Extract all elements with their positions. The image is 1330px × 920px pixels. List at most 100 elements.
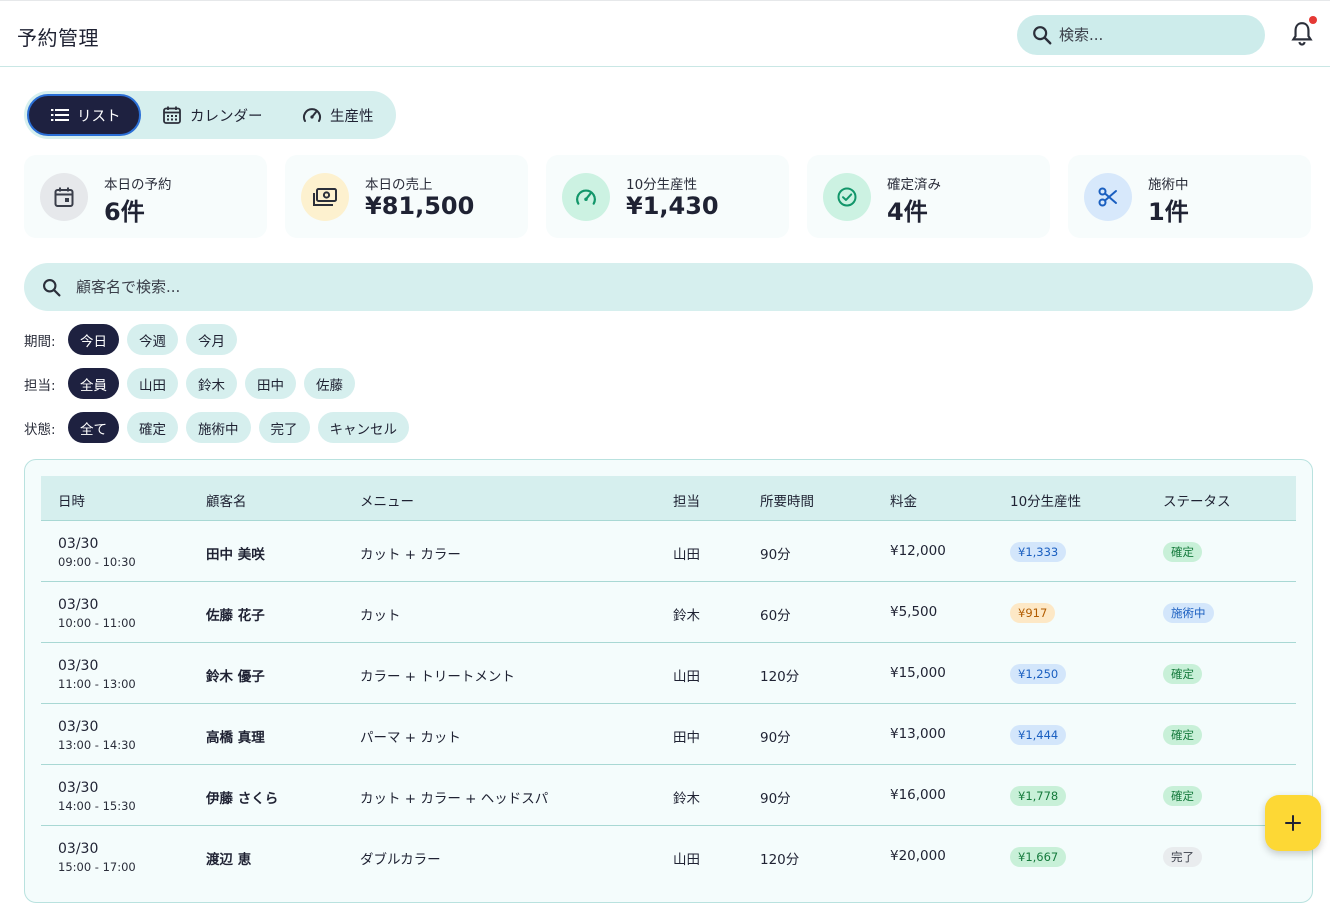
chip-period-month[interactable]: 今月 xyxy=(186,324,237,355)
col-price[interactable]: 料金 xyxy=(890,490,917,510)
tab-list[interactable]: リスト xyxy=(27,94,141,136)
row-duration: 90分 xyxy=(760,730,791,746)
table-row[interactable]: 03/30 13:00 - 14:30 高橋 真理 パーマ + カット 田中 90分 ¥13… xyxy=(41,704,1296,765)
row-date: 03/30 xyxy=(58,597,99,613)
notification-bell-icon[interactable] xyxy=(1289,20,1315,48)
row-price: ¥12,000 xyxy=(890,543,946,559)
col-datetime[interactable]: 日時 xyxy=(58,490,85,510)
search-icon xyxy=(43,279,61,297)
row-staff: 山田 xyxy=(673,852,700,868)
calendar-icon xyxy=(163,106,181,124)
stat-icon-bg xyxy=(301,173,349,221)
view-tabs: リスト カレンダー 生産性 xyxy=(24,91,396,139)
header-search-input[interactable] xyxy=(1059,15,1255,55)
row-staff: 鈴木 xyxy=(673,791,700,807)
row-price: ¥16,000 xyxy=(890,787,946,803)
row-time: 09:00 - 10:30 xyxy=(58,555,136,569)
row-duration: 120分 xyxy=(760,669,800,685)
stat-icon-bg xyxy=(562,173,610,221)
col-productivity[interactable]: 10分生産性 xyxy=(1010,490,1081,510)
chip-status-in-progress[interactable]: 施術中 xyxy=(186,412,251,443)
stat-card-in-progress: 施術中 1件 xyxy=(1068,155,1311,238)
col-menu[interactable]: メニュー xyxy=(360,490,414,510)
tab-productivity[interactable]: 生産性 xyxy=(300,94,392,136)
chip-period-week[interactable]: 今週 xyxy=(127,324,178,355)
row-customer: 高橋 真理 xyxy=(206,730,265,746)
row-time: 15:00 - 17:00 xyxy=(58,860,136,874)
row-menu: パーマ + カット xyxy=(360,730,461,746)
table-row[interactable]: 03/30 10:00 - 11:00 佐藤 花子 カット 鈴木 60分 ¥5,500 ¥91… xyxy=(41,582,1296,643)
col-staff[interactable]: 担当 xyxy=(673,490,700,510)
app-header: 予約管理 xyxy=(0,3,1330,67)
tab-list-label: リスト xyxy=(77,108,121,125)
stat-icon-bg xyxy=(823,173,871,221)
row-duration: 90分 xyxy=(760,547,791,563)
search-icon xyxy=(1033,26,1052,45)
productivity-badge: ¥1,778 xyxy=(1010,786,1067,806)
stat-value: ¥81,500 xyxy=(365,192,475,220)
productivity-badge: ¥1,667 xyxy=(1010,847,1067,867)
status-badge: 施術中 xyxy=(1163,603,1214,623)
chip-staff-sato[interactable]: 佐藤 xyxy=(304,368,355,399)
table-row[interactable]: 03/30 14:00 - 15:30 伊藤 さくら カット + カラー + ヘッドス… xyxy=(41,765,1296,826)
table-header: 日時 顧客名 メニュー 担当 所要時間 料金 10分生産性 ステータス xyxy=(41,476,1296,521)
row-duration: 90分 xyxy=(760,791,791,807)
row-menu: カラー + トリートメント xyxy=(360,669,515,685)
chip-period-today[interactable]: 今日 xyxy=(68,324,119,355)
customer-search[interactable] xyxy=(24,263,1313,311)
table-row[interactable]: 03/30 09:00 - 10:30 田中 美咲 カット + カラー 山田 90分 ¥12… xyxy=(41,521,1296,582)
productivity-badge: ¥1,444 xyxy=(1010,725,1067,745)
row-date: 03/30 xyxy=(58,658,99,674)
stat-value: 1件 xyxy=(1148,198,1189,226)
reservation-table: 日時 顧客名 メニュー 担当 所要時間 料金 10分生産性 ステータス 03/3… xyxy=(24,459,1313,903)
chip-staff-suzuki[interactable]: 鈴木 xyxy=(186,368,237,399)
row-customer: 伊藤 さくら xyxy=(206,791,279,807)
row-staff: 田中 xyxy=(673,730,700,746)
stat-value: ¥1,430 xyxy=(626,192,719,220)
chip-staff-tanaka[interactable]: 田中 xyxy=(245,368,296,399)
chip-status-done[interactable]: 完了 xyxy=(258,412,310,443)
chip-staff-all[interactable]: 全員 xyxy=(68,368,119,399)
row-staff: 山田 xyxy=(673,547,700,563)
row-time: 14:00 - 15:30 xyxy=(58,799,136,813)
col-status[interactable]: ステータス xyxy=(1163,490,1231,510)
stat-card-productivity: 10分生産性 ¥1,430 xyxy=(546,155,789,238)
filter-period-label: 期間: xyxy=(24,333,56,350)
row-staff: 鈴木 xyxy=(673,608,700,624)
stat-card-today-reservations: 本日の予約 6件 xyxy=(24,155,267,238)
row-time: 11:00 - 13:00 xyxy=(58,677,136,691)
header-search[interactable] xyxy=(1017,15,1265,55)
col-duration[interactable]: 所要時間 xyxy=(760,490,814,510)
stat-label: 施術中 xyxy=(1148,177,1189,193)
table-row[interactable]: 03/30 15:00 - 17:00 渡辺 恵 ダブルカラー 山田 120分 ¥20,00… xyxy=(41,826,1296,887)
stat-label: 10分生産性 xyxy=(626,177,698,193)
chip-status-all[interactable]: 全て xyxy=(68,412,119,443)
row-customer: 鈴木 優子 xyxy=(206,669,265,685)
row-staff: 山田 xyxy=(673,669,700,685)
row-duration: 120分 xyxy=(760,852,800,868)
status-badge: 確定 xyxy=(1163,664,1202,684)
plus-icon xyxy=(1285,815,1301,831)
row-menu: カット + カラー xyxy=(360,547,461,563)
scissors-icon xyxy=(1098,187,1117,207)
filter-staff: 担当: 全員 山田 鈴木 田中 佐藤 xyxy=(24,368,363,399)
chip-staff-yamada[interactable]: 山田 xyxy=(127,368,178,399)
stat-label: 確定済み xyxy=(887,177,941,193)
col-customer[interactable]: 顧客名 xyxy=(206,490,247,510)
row-customer: 佐藤 花子 xyxy=(206,608,265,624)
status-badge: 確定 xyxy=(1163,542,1202,562)
notification-badge xyxy=(1309,16,1317,24)
gauge-icon xyxy=(303,108,321,122)
tab-calendar[interactable]: カレンダー xyxy=(160,94,272,136)
productivity-badge: ¥1,250 xyxy=(1010,664,1067,684)
status-badge: 確定 xyxy=(1163,786,1202,806)
chip-status-cancel[interactable]: キャンセル xyxy=(317,412,409,443)
status-badge: 確定 xyxy=(1163,725,1202,745)
row-menu: カット xyxy=(360,608,401,624)
add-reservation-button[interactable] xyxy=(1265,795,1321,851)
filter-status: 状態: 全て 確定 施術中 完了 キャンセル xyxy=(24,412,417,443)
table-row[interactable]: 03/30 11:00 - 13:00 鈴木 優子 カラー + トリートメント 山田 12… xyxy=(41,643,1296,704)
customer-search-input[interactable] xyxy=(76,263,1276,311)
chip-status-confirmed[interactable]: 確定 xyxy=(127,412,178,443)
tab-productivity-label: 生産性 xyxy=(330,108,374,125)
